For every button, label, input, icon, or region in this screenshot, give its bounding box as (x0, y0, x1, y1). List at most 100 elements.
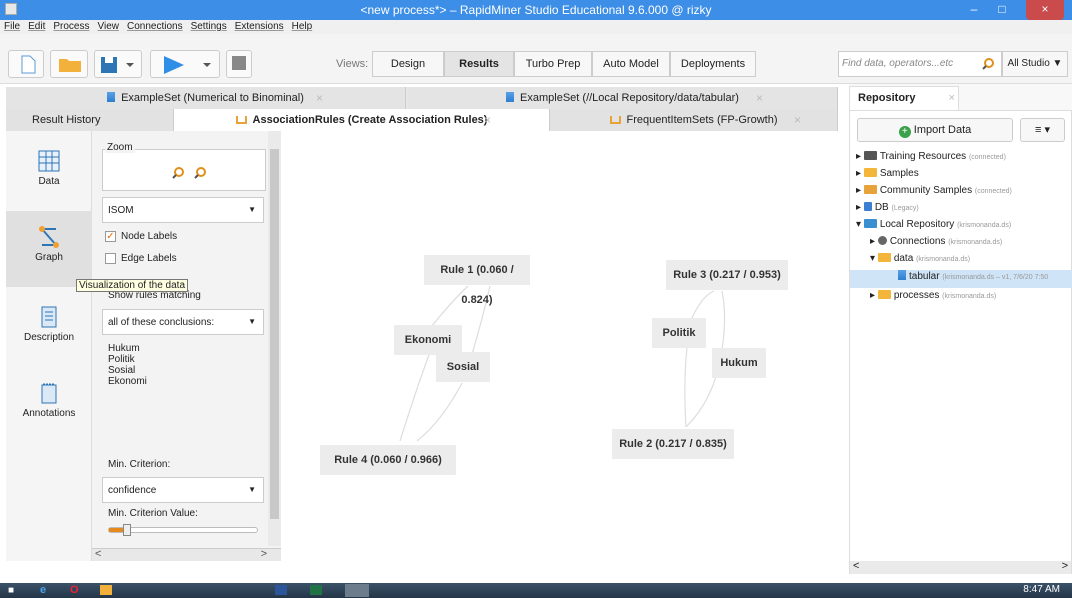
tab-exampleset-tabular[interactable]: ExampleSet (//Local Repository/data/tabu… (408, 87, 838, 109)
menu-connections[interactable]: Connections (123, 20, 187, 32)
graph-node-rule-2[interactable]: Rule 2 (0.217 / 0.835) (612, 429, 734, 459)
maximize-button[interactable]: □ (988, 0, 1016, 20)
list-item[interactable]: Sosial (108, 365, 147, 376)
tab-repository[interactable]: Repository × (849, 86, 959, 110)
graph-node-sosial[interactable]: Sosial (436, 352, 490, 382)
stop-process-button[interactable] (226, 50, 252, 78)
min-criterion-dropdown[interactable]: confidence ▼ (102, 477, 264, 503)
clock[interactable]: 8:47 AM (1023, 584, 1060, 595)
windows-taskbar: ■ e O 8:47 AM (0, 583, 1072, 598)
menu-file[interactable]: File (0, 20, 24, 32)
save-process-button[interactable] (94, 50, 142, 78)
menu-help[interactable]: Help (288, 20, 317, 32)
tab-association-rules[interactable]: AssociationRules (Create Association Rul… (174, 109, 550, 131)
close-tab-icon[interactable]: × (794, 109, 801, 131)
menu-edit[interactable]: Edit (24, 20, 49, 32)
tree-item-db[interactable]: ▸ DB (Legacy) (856, 202, 919, 218)
view-auto-model-tab[interactable]: Auto Model (592, 51, 670, 77)
menu-view[interactable]: View (93, 20, 123, 32)
explorer-icon[interactable] (100, 585, 112, 595)
tree-item-community-samples[interactable]: ▸ Community Samples (connected) (856, 185, 1012, 201)
graph-node-rule-3[interactable]: Rule 3 (0.217 / 0.953) (666, 260, 788, 290)
view-turbo-prep-tab[interactable]: Turbo Prep (514, 51, 592, 77)
tab-result-history[interactable]: Result History (6, 109, 174, 131)
run-process-button[interactable] (150, 50, 220, 78)
tree-item-local-repository[interactable]: ▾ Local Repository (krismonanda.ds) (856, 219, 1011, 235)
start-icon[interactable]: ■ (8, 585, 14, 596)
close-tab-icon[interactable]: × (949, 92, 955, 104)
tree-item-processes[interactable]: ▸ processes (krismonanda.ds) (870, 290, 996, 306)
collapse-icon[interactable]: ▾ (870, 253, 878, 264)
expand-icon[interactable]: ▸ (856, 185, 864, 196)
repository-horizontal-scrollbar[interactable]: < > (850, 560, 1071, 574)
search-input[interactable]: Find data, operators...etc (838, 51, 1002, 77)
nav-data[interactable]: Data (6, 149, 92, 187)
close-tab-icon[interactable]: × (756, 87, 763, 109)
min-criterion-slider[interactable] (108, 524, 258, 536)
description-icon (41, 306, 57, 328)
nav-annotations[interactable]: Annotations (6, 381, 92, 419)
excel-icon[interactable] (310, 585, 322, 595)
graph-node-politik[interactable]: Politik (652, 318, 706, 348)
menu-process[interactable]: Process (49, 20, 93, 32)
scroll-right-icon[interactable]: > (261, 548, 267, 560)
rule-match-dropdown[interactable]: all of these conclusions: ▼ (102, 309, 264, 335)
expand-icon[interactable]: ▸ (870, 290, 878, 301)
browser-icon[interactable]: e (40, 584, 46, 596)
scroll-left-icon[interactable]: < (853, 560, 859, 572)
nav-description[interactable]: Description (6, 305, 92, 343)
view-deployments-tab[interactable]: Deployments (670, 51, 756, 77)
vertical-scrollbar[interactable] (268, 131, 281, 546)
scroll-right-icon[interactable]: > (1062, 560, 1068, 572)
expand-icon[interactable]: ▸ (870, 236, 878, 247)
menu-extensions[interactable]: Extensions (231, 20, 288, 32)
search-icon[interactable] (981, 57, 995, 71)
menu-settings[interactable]: Settings (187, 20, 231, 32)
minimize-button[interactable]: – (960, 0, 988, 20)
collapse-icon[interactable]: ▾ (856, 219, 864, 230)
close-button[interactable]: × (1026, 0, 1064, 20)
import-data-button[interactable]: + Import Data (857, 118, 1013, 142)
tab-exampleset-numerical[interactable]: ExampleSet (Numerical to Binominal) × (6, 87, 406, 109)
tree-item-tabular[interactable]: tabular (krismonanda.ds – v1, 7/6/20 7:5… (850, 270, 1072, 288)
zoom-out-icon[interactable] (193, 166, 207, 180)
view-design-tab[interactable]: Design (372, 51, 444, 77)
close-tab-icon[interactable]: × (484, 109, 491, 131)
tree-item-data[interactable]: ▾ data (krismonanda.ds) (870, 253, 970, 269)
tab-frequent-itemsets[interactable]: FrequentItemSets (FP-Growth) × (550, 109, 838, 131)
tree-item-samples[interactable]: ▸ Samples (856, 168, 919, 184)
list-item[interactable]: Politik (108, 354, 147, 365)
nav-graph[interactable]: Graph (6, 211, 92, 287)
tree-item-connections[interactable]: ▸ Connections (krismonanda.ds) (870, 236, 1002, 252)
rapidminer-task-icon[interactable] (345, 584, 369, 597)
tree-item-training-resources[interactable]: ▸ Training Resources (connected) (856, 151, 1006, 167)
word-icon[interactable] (275, 585, 287, 595)
expand-icon[interactable]: ▸ (856, 202, 864, 213)
close-tab-icon[interactable]: × (316, 87, 323, 109)
layout-dropdown[interactable]: ISOM ▼ (102, 197, 264, 223)
expand-icon[interactable]: ▸ (856, 151, 864, 162)
tree-label: Samples (879, 168, 919, 179)
edge-labels-checkbox[interactable] (105, 253, 116, 264)
expand-icon[interactable]: ▸ (856, 168, 864, 179)
view-results-tab[interactable]: Results (444, 51, 514, 77)
graph-node-rule-4[interactable]: Rule 4 (0.060 / 0.966) (320, 445, 456, 475)
list-item[interactable]: Hukum (108, 343, 147, 354)
open-process-button[interactable] (50, 50, 88, 78)
zoom-in-icon[interactable] (171, 166, 185, 180)
association-graph[interactable]: Rule 1 (0.060 / 0.824) Rule 3 (0.217 / 0… (282, 131, 838, 561)
graph-node-ekonomi[interactable]: Ekonomi (394, 325, 462, 355)
opera-icon[interactable]: O (70, 584, 79, 596)
graph-node-hukum[interactable]: Hukum (712, 348, 766, 378)
repository-menu-button[interactable]: ≡ ▾ (1020, 118, 1065, 142)
scroll-left-icon[interactable]: < (95, 548, 101, 560)
graph-node-rule-1[interactable]: Rule 1 (0.060 / 0.824) (424, 255, 530, 306)
slider-handle[interactable] (123, 524, 131, 536)
node-labels-checkbox[interactable]: ✓ (105, 231, 116, 242)
list-item[interactable]: Ekonomi (108, 376, 147, 387)
conclusions-list[interactable]: Hukum Politik Sosial Ekonomi (108, 343, 147, 387)
new-process-button[interactable] (8, 50, 44, 78)
params-horizontal-scrollbar[interactable]: < > (92, 548, 281, 561)
search-scope-dropdown[interactable]: All Studio ▼ (1002, 51, 1068, 77)
scrollbar-thumb[interactable] (270, 149, 279, 519)
